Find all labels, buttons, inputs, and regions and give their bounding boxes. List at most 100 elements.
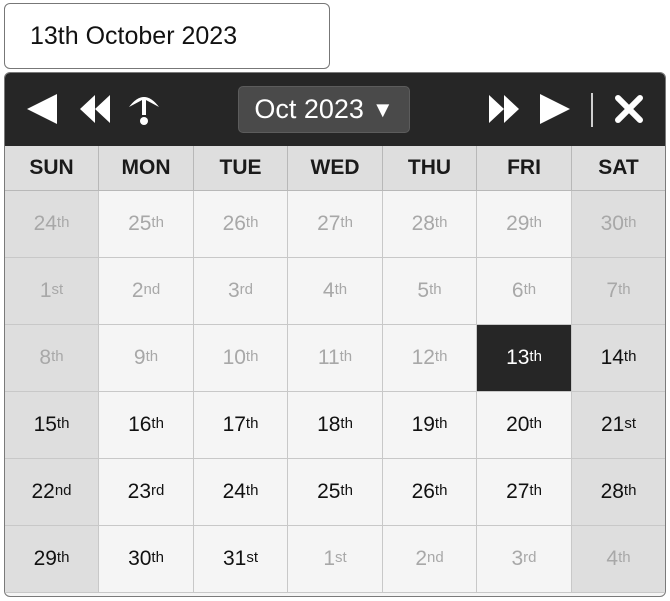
weekday-header-sun: SUN [5,146,99,191]
day-cell[interactable]: 30th [572,191,665,258]
day-number: 25 [128,212,152,235]
day-cell[interactable]: 7th [572,258,665,325]
double-chevron-right-icon [489,95,519,123]
day-number: 24 [222,480,246,503]
day-cell[interactable]: 26th [194,191,288,258]
today-button[interactable] [127,87,161,131]
day-number: 16 [128,413,152,436]
day-cell[interactable]: 22nd [5,459,99,526]
day-number: 30 [600,212,624,235]
close-button[interactable] [612,87,646,131]
day-number: 6 [511,279,524,302]
day-cell[interactable]: 6th [477,258,572,325]
calendar-header: Oct 2023 ▼ [5,73,665,146]
day-number: 9 [133,346,146,369]
day-cell[interactable]: 3rd [477,526,572,593]
prev-month-button[interactable] [25,87,59,131]
date-picker-calendar: Oct 2023 ▼ SUN MON TUE WED THU FRI SAT 24th 25th… [4,72,666,597]
day-cell[interactable]: 16th [99,392,194,459]
day-cell[interactable]: 28th [383,191,477,258]
day-number: 17 [222,413,246,436]
day-number: 12 [411,346,435,369]
day-cell[interactable]: 4th [288,258,383,325]
day-number: 22 [31,480,55,503]
day-number: 24 [33,212,57,235]
date-input[interactable] [4,3,330,69]
day-number: 25 [317,480,341,503]
day-cell[interactable]: 18th [288,392,383,459]
day-cell[interactable]: 9th [99,325,194,392]
day-number: 11 [317,346,340,369]
weekday-header-tue: TUE [194,146,288,191]
day-cell[interactable]: 26th [383,459,477,526]
day-cell[interactable]: 10th [194,325,288,392]
day-number: 3 [227,279,240,302]
day-cell[interactable]: 27th [288,191,383,258]
day-cell[interactable]: 19th [383,392,477,459]
day-cell[interactable]: 30th [99,526,194,593]
day-number: 27 [506,480,530,503]
prev-year-button[interactable] [77,87,113,131]
day-number: 14 [600,346,624,369]
day-number: 3 [511,547,524,570]
day-number: 21 [600,413,625,436]
day-cell[interactable]: 8th [5,325,99,392]
day-cell-selected[interactable]: 13th [477,325,572,392]
day-number: 5 [417,279,430,302]
day-cell[interactable]: 14th [572,325,665,392]
day-cell[interactable]: 17th [194,392,288,459]
day-cell[interactable]: 29th [477,191,572,258]
day-cell[interactable]: 15th [5,392,99,459]
weekday-header-fri: FRI [477,146,572,191]
day-number: 4 [322,279,335,302]
day-number: 13 [506,346,530,369]
day-cell[interactable]: 11th [288,325,383,392]
day-cell[interactable]: 21st [572,392,665,459]
weekday-header-mon: MON [99,146,194,191]
day-number: 20 [506,413,530,436]
day-number: 31 [222,547,247,570]
day-cell[interactable]: 5th [383,258,477,325]
day-cell[interactable]: 24th [5,191,99,258]
day-number: 4 [606,547,619,570]
day-cell[interactable]: 24th [194,459,288,526]
day-cell[interactable]: 28th [572,459,665,526]
day-cell[interactable]: 1st [288,526,383,593]
day-number: 1 [323,547,335,570]
day-cell[interactable]: 31st [194,526,288,593]
day-cell[interactable]: 2nd [383,526,477,593]
day-number: 29 [506,212,530,235]
day-number: 15 [33,413,57,436]
day-number: 1 [39,279,52,302]
day-number: 28 [600,480,624,503]
next-month-button[interactable] [538,87,572,131]
day-number: 26 [411,480,435,503]
day-cell[interactable]: 4th [572,526,665,593]
day-cell[interactable]: 23rd [99,459,194,526]
day-number: 29 [33,547,57,570]
day-number: 23 [127,480,151,503]
day-cell[interactable]: 29th [5,526,99,593]
close-icon [615,95,643,123]
weekday-header-sat: SAT [572,146,665,191]
day-number: 30 [128,547,152,570]
day-cell[interactable]: 20th [477,392,572,459]
day-cell[interactable]: 1st [5,258,99,325]
umbrella-icon [129,97,159,125]
weekday-header-thu: THU [383,146,477,191]
day-cell[interactable]: 27th [477,459,572,526]
day-number: 28 [411,212,435,235]
next-year-button[interactable] [486,87,522,131]
day-cell[interactable]: 3rd [194,258,288,325]
calendar-grid: SUN MON TUE WED THU FRI SAT 24th 25th 26th 27th 28 t… [5,146,665,593]
day-number: 2 [131,279,144,302]
day-cell[interactable]: 12th [383,325,477,392]
day-number: 19 [411,413,435,436]
weekday-header-wed: WED [288,146,383,191]
day-cell[interactable]: 2nd [99,258,194,325]
day-cell[interactable]: 25th [288,459,383,526]
header-divider [591,93,593,127]
caret-down-icon: ▼ [371,96,394,122]
day-cell[interactable]: 25th [99,191,194,258]
month-year-select[interactable]: Oct 2023 ▼ [238,86,410,133]
